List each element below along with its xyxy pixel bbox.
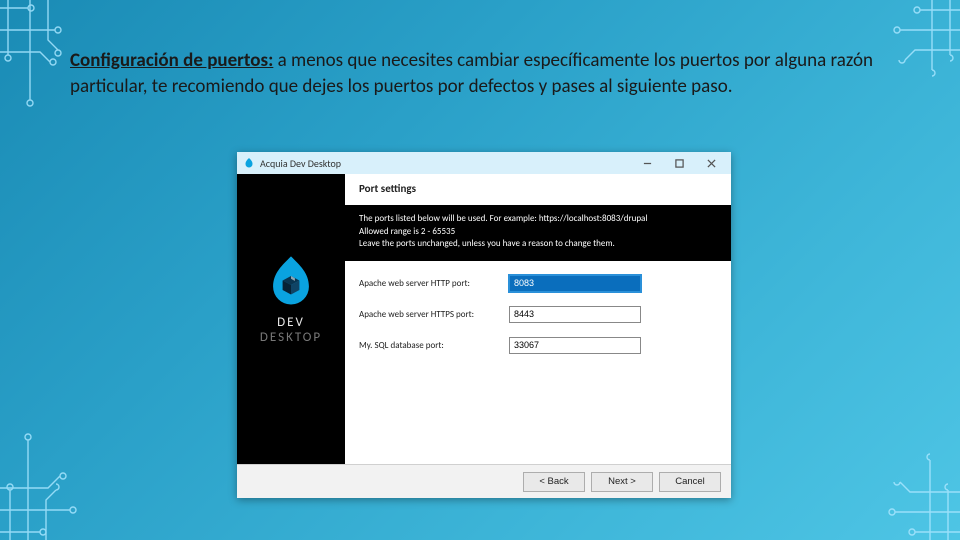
mysql-port-label: My. SQL database port: (359, 340, 509, 351)
instructions-block: The ports listed below will be used. For… (345, 205, 731, 261)
main-panel: Port settings The ports listed below wil… (345, 174, 731, 464)
minimize-button[interactable] (631, 152, 663, 174)
section-heading: Port settings (345, 174, 731, 205)
fields-area: Apache web server HTTP port: Apache web … (345, 261, 731, 368)
window-body: DEV DESKTOP Port settings The ports list… (237, 174, 731, 464)
https-port-label: Apache web server HTTPS port: (359, 309, 509, 320)
https-port-row: Apache web server HTTPS port: (359, 306, 717, 323)
slide-heading: Configuración de puertos: (70, 49, 273, 72)
instructions-line2: Allowed range is 2 - 65535 (359, 226, 717, 239)
http-port-label: Apache web server HTTP port: (359, 278, 509, 289)
brand-dev: DEV (277, 315, 305, 330)
sidebar: DEV DESKTOP (237, 174, 345, 464)
brand-desktop: DESKTOP (260, 330, 322, 345)
mysql-port-row: My. SQL database port: (359, 337, 717, 354)
cancel-button[interactable]: Cancel (659, 472, 721, 492)
slide-background: Configuración de puertos: a menos que ne… (0, 0, 960, 540)
dev-desktop-logo (263, 253, 319, 309)
https-port-input[interactable] (509, 306, 641, 323)
button-bar: < Back Next > Cancel (237, 464, 731, 498)
installer-window: Acquia Dev Desktop DE (237, 152, 731, 498)
back-button[interactable]: < Back (523, 472, 585, 492)
slide-paragraph: Configuración de puertos: a menos que ne… (70, 48, 920, 99)
maximize-button[interactable] (663, 152, 695, 174)
http-port-input[interactable] (509, 275, 641, 292)
circuit-decor-bottom-left (0, 430, 120, 540)
mysql-port-input[interactable] (509, 337, 641, 354)
circuit-decor-bottom-right (860, 440, 960, 540)
close-button[interactable] (695, 152, 727, 174)
next-button[interactable]: Next > (591, 472, 653, 492)
instructions-line3: Leave the ports unchanged, unless you ha… (359, 238, 717, 251)
titlebar: Acquia Dev Desktop (237, 152, 731, 174)
instructions-line1: The ports listed below will be used. For… (359, 213, 717, 226)
http-port-row: Apache web server HTTP port: (359, 275, 717, 292)
app-icon (243, 157, 255, 169)
window-title: Acquia Dev Desktop (260, 157, 631, 170)
